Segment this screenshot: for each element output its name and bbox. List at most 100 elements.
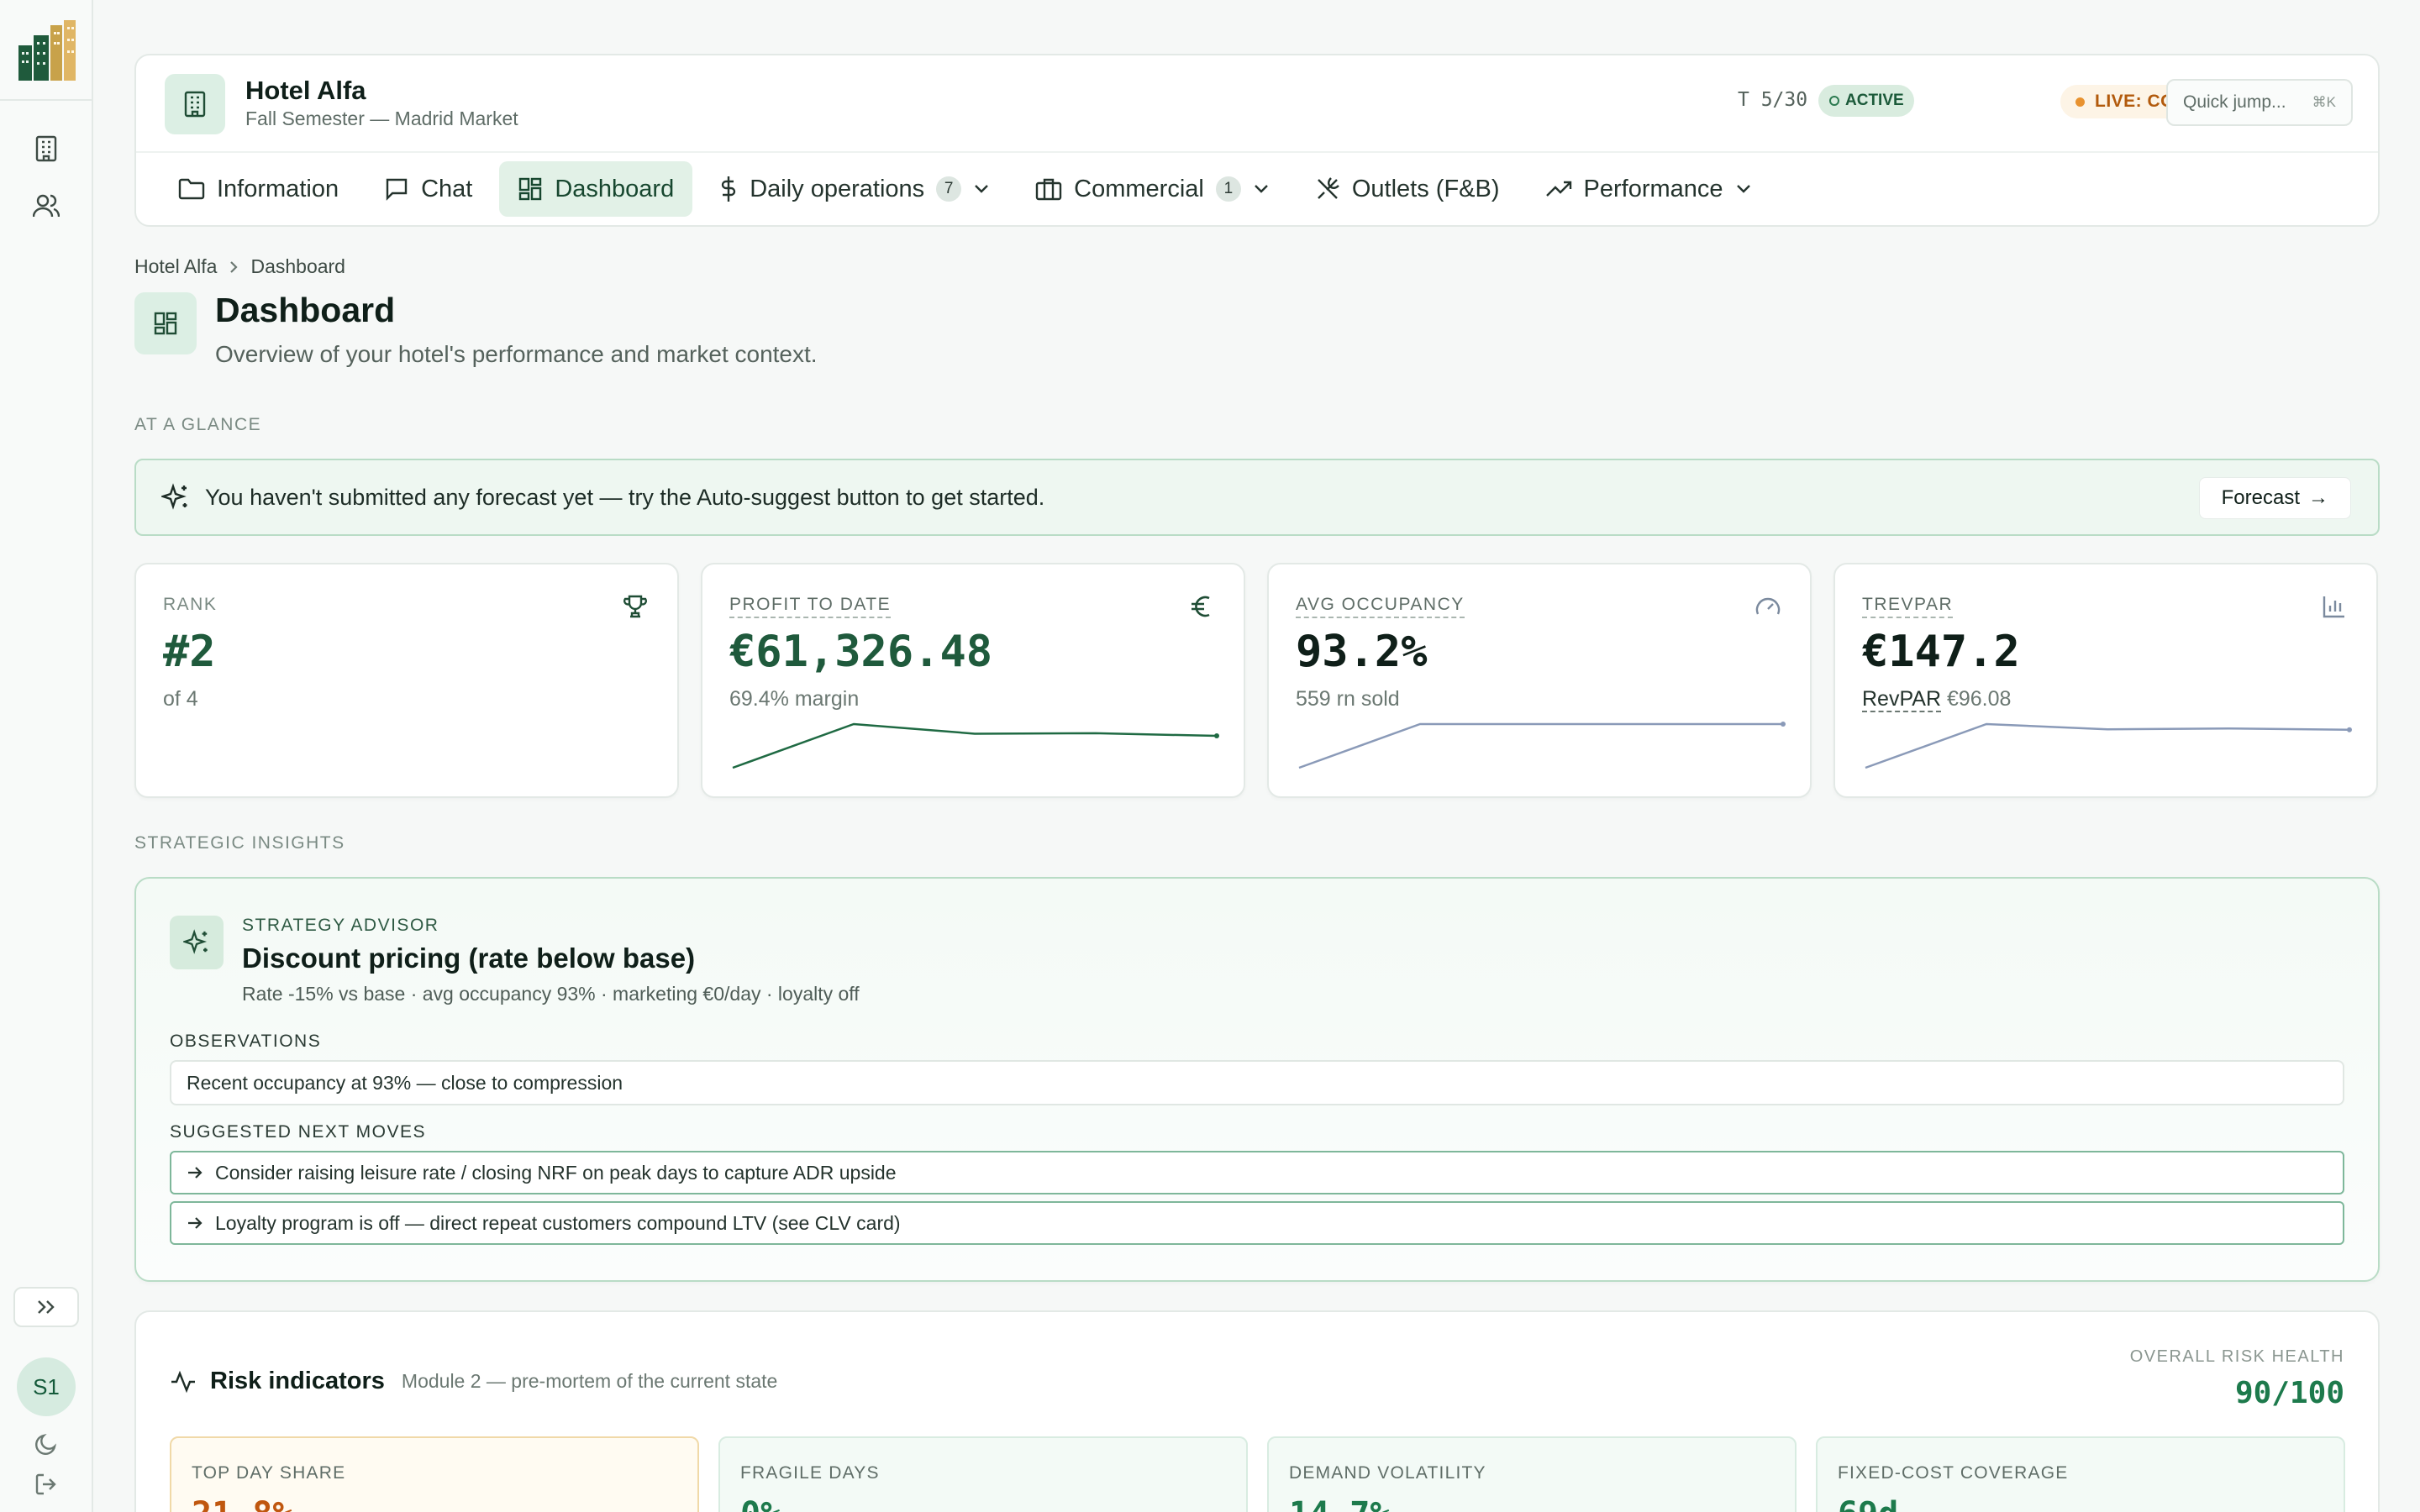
sparkline-line: [732, 722, 1218, 769]
risk-card-label: FRAGILE DAYS: [740, 1463, 880, 1483]
avatar[interactable]: S1: [17, 1357, 76, 1416]
page-dashboard-icon: [134, 292, 197, 354]
kpi-occupancy-card: AVG OCCUPANCY 93.2% 559 rn sold: [1267, 563, 1812, 798]
suggested-move-item[interactable]: Loyalty program is off — direct repeat c…: [170, 1201, 2344, 1245]
chevron-right-icon: [230, 260, 239, 273]
breadcrumb: Hotel Alfa Dashboard: [134, 255, 345, 278]
main-nav: Information Chat Dashboard Daily operati…: [160, 161, 1770, 217]
arrow-right-icon: [188, 1167, 203, 1179]
kpi-rank-label: RANK: [163, 595, 218, 614]
utensils-icon: [1318, 177, 1339, 199]
revpar-value: €96.08: [1946, 687, 2012, 711]
page-title: Dashboard: [215, 291, 396, 329]
page-subtitle: Overview of your hotel's performance and…: [215, 341, 818, 367]
trending-up-icon: [1545, 181, 1571, 197]
forecast-button-label: Forecast: [2221, 486, 2300, 509]
moves-heading: SUGGESTED NEXT MOVES: [170, 1122, 426, 1142]
tab-daily-operations[interactable]: Daily operations 7: [701, 161, 1008, 217]
sparkline-end-point: [1781, 722, 1786, 727]
tab-outlets[interactable]: Outlets (F&B): [1297, 161, 1518, 217]
tab-performance-label: Performance: [1583, 175, 1723, 202]
kpi-rank-card: RANK #2 of 4: [134, 563, 679, 798]
suggested-move-item[interactable]: Consider raising leisure rate / closing …: [170, 1151, 2344, 1194]
tab-chat[interactable]: Chat: [366, 161, 491, 217]
kpi-profit-label[interactable]: PROFIT TO DATE: [729, 595, 892, 618]
risk-card-value: 0%: [740, 1495, 781, 1512]
bar-chart-icon: [2319, 591, 2349, 622]
breadcrumb-current: Dashboard: [250, 255, 345, 277]
risk-card-value: 21.8%: [192, 1495, 292, 1512]
forecast-button[interactable]: Forecast →: [2198, 477, 2351, 519]
tab-dashboard[interactable]: Dashboard: [499, 161, 693, 217]
risk-card-label: TOP DAY SHARE: [192, 1463, 346, 1483]
hotel-name: Hotel Alfa: [245, 76, 366, 105]
kpi-profit-value: €61,326.48: [729, 627, 993, 677]
turn-counter: T 5/30: [1738, 89, 1808, 111]
kpi-rank-value: #2: [163, 627, 216, 677]
moon-icon[interactable]: [30, 1428, 62, 1460]
trophy-icon: [620, 591, 650, 622]
breadcrumb-hotel[interactable]: Hotel Alfa: [134, 255, 217, 278]
chat-icon: [386, 178, 408, 201]
risk-top-day-share-card: TOP DAY SHARE 21.8%: [170, 1436, 699, 1512]
revpar-label[interactable]: RevPAR: [1862, 687, 1942, 712]
logout-icon[interactable]: [30, 1468, 62, 1500]
kpi-occupancy-value: 93.2%: [1296, 627, 1428, 677]
left-rail: S1: [0, 0, 93, 1512]
live-dot-icon: [2075, 97, 2085, 107]
hotel-header: Hotel Alfa Fall Semester — Madrid Market…: [134, 54, 2380, 227]
risk-fixed-cost-coverage-card: FIXED-COST COVERAGE 69d: [1816, 1436, 2345, 1512]
sparkline-line: [1865, 722, 2350, 769]
risk-card-label: FIXED-COST COVERAGE: [1838, 1463, 2069, 1483]
risk-card-value: 14.7%: [1289, 1495, 1390, 1512]
quick-jump-shortcut: ⌘K: [2312, 94, 2336, 110]
expand-sidebar-button[interactable]: [13, 1287, 79, 1327]
suggested-move-text: Consider raising leisure rate / closing …: [215, 1161, 897, 1184]
advisor-eyebrow: STRATEGY ADVISOR: [242, 916, 439, 935]
arrow-right-icon: →: [2308, 486, 2328, 509]
app-logo[interactable]: [18, 20, 76, 81]
daily-operations-count: 7: [936, 176, 962, 202]
users-icon[interactable]: [30, 190, 62, 222]
kpi-trevpar-card: TREVPAR €147.2 RevPAR €96.08: [1833, 563, 2378, 798]
strategy-advisor-card: STRATEGY ADVISOR Discount pricing (rate …: [134, 877, 2380, 1282]
chevrons-right-icon: [38, 1300, 55, 1314]
kpi-trevpar-sub: RevPAR €96.08: [1862, 687, 2012, 712]
tab-chat-label: Chat: [421, 175, 473, 202]
risk-subtitle: Module 2 — pre-mortem of the current sta…: [401, 1370, 778, 1392]
sparkline-end-point: [2347, 727, 2352, 732]
kpi-occupancy-label[interactable]: AVG OCCUPANCY: [1296, 595, 1465, 618]
risk-card-label: DEMAND VOLATILITY: [1289, 1463, 1486, 1483]
kpi-rank-sub: of 4: [163, 687, 198, 711]
hotel-building-icon: [165, 74, 225, 134]
commercial-count: 1: [1215, 176, 1241, 202]
sparkline-end-point: [1214, 733, 1219, 739]
tab-dashboard-label: Dashboard: [555, 175, 675, 202]
risk-card-value: 69d: [1838, 1495, 1898, 1512]
risk-header: Risk indicators Module 2 — pre-mortem of…: [170, 1368, 777, 1395]
trevpar-sparkline: [1865, 722, 2352, 769]
quick-jump-button[interactable]: Quick jump... ⌘K: [2166, 79, 2353, 126]
tab-information[interactable]: Information: [160, 161, 357, 217]
status-badge-label: ACTIVE: [1845, 92, 1904, 109]
activity-icon: [171, 1370, 195, 1393]
building-icon[interactable]: [30, 133, 62, 165]
sparkles-icon: [161, 483, 187, 510]
risk-health-value: 90/100: [2234, 1376, 2344, 1410]
suggested-move-text: Loyalty program is off — direct repeat c…: [215, 1211, 901, 1234]
tab-commercial[interactable]: Commercial 1: [1017, 161, 1288, 217]
observation-item: Recent occupancy at 93% — close to compr…: [170, 1060, 2344, 1105]
advisor-title: Discount pricing (rate below base): [242, 942, 696, 974]
chevron-down-icon: [1255, 185, 1268, 193]
status-badge: ACTIVE: [1818, 85, 1914, 117]
kpi-profit-sub: 69.4% margin: [729, 687, 860, 711]
chevron-down-icon: [975, 185, 989, 193]
section-strategic-insights: STRATEGIC INSIGHTS: [134, 833, 345, 853]
tab-performance[interactable]: Performance: [1527, 161, 1770, 217]
arrow-right-icon: [188, 1217, 203, 1229]
briefcase-icon: [1035, 178, 1062, 201]
kpi-occupancy-sub: 559 rn sold: [1296, 687, 1400, 711]
gauge-icon: [1753, 591, 1783, 622]
kpi-trevpar-label[interactable]: TREVPAR: [1862, 595, 1954, 618]
chevron-down-icon: [1736, 185, 1750, 193]
